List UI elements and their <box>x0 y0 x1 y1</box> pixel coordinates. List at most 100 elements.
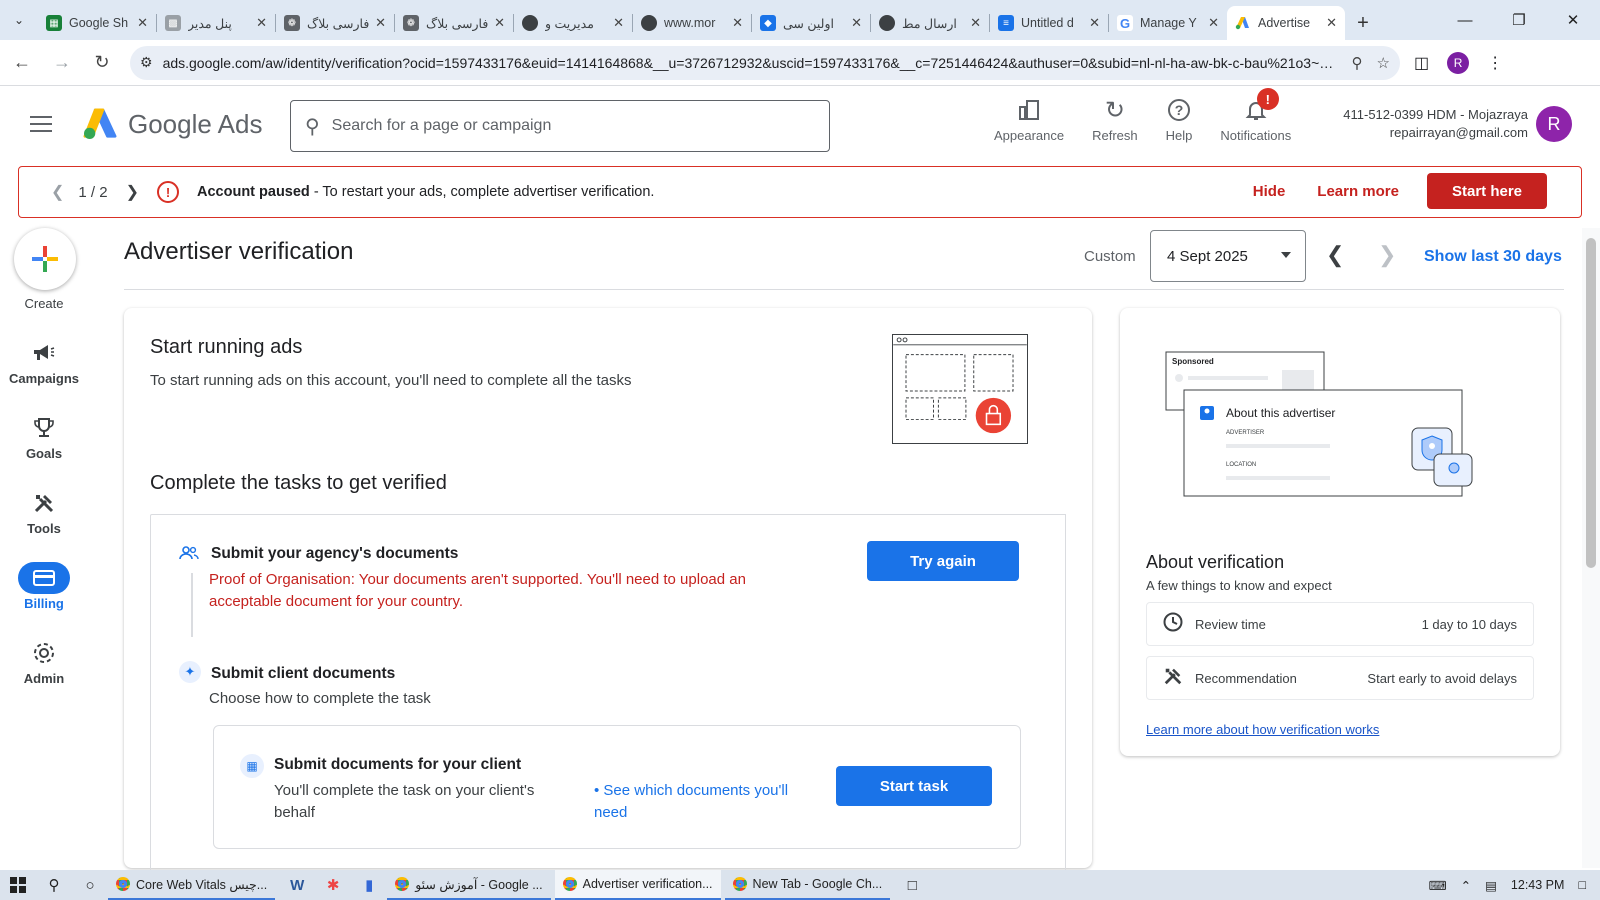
taskbar-app-chrome-active[interactable]: Advertiser verification... <box>554 870 721 900</box>
chevron-right-icon[interactable]: ❯ <box>126 182 139 202</box>
close-icon[interactable]: ✕ <box>1089 15 1100 31</box>
avatar[interactable]: R <box>1536 106 1572 142</box>
extensions-icon[interactable]: ◫ <box>1414 53 1429 73</box>
file-icon[interactable]: □ <box>894 870 930 900</box>
new-tab-plus-icon[interactable]: + <box>1345 6 1381 40</box>
nav-item-tools[interactable]: Tools <box>0 487 88 536</box>
chevron-left-icon[interactable]: ❮ <box>1326 242 1344 268</box>
word-icon[interactable]: W <box>279 870 315 900</box>
clock-time[interactable]: 12:43 PM <box>1511 878 1565 892</box>
tab-title: ارسال مط <box>902 16 957 31</box>
site-settings-icon[interactable]: ⚙ <box>140 54 153 71</box>
close-icon[interactable]: ✕ <box>613 15 624 31</box>
url-text[interactable]: ads.google.com/aw/identity/verification?… <box>163 55 1338 71</box>
close-icon[interactable]: ✕ <box>970 15 981 31</box>
minimize-icon[interactable]: — <box>1438 0 1492 40</box>
help-button[interactable]: ? Help <box>1152 94 1207 143</box>
nav-label: Tools <box>27 521 61 536</box>
browser-tab[interactable]: ▦ Google Sh ✕ <box>38 6 156 40</box>
bookmark-star-icon[interactable]: ☆ <box>1377 54 1390 72</box>
app-icon[interactable]: ✱ <box>315 870 351 900</box>
nav-item-admin[interactable]: Admin <box>0 637 88 686</box>
nav-item-billing[interactable]: Billing <box>0 562 88 611</box>
taskbar-app-chrome[interactable]: New Tab - Google Ch... <box>724 870 891 900</box>
account-info[interactable]: 411-512-0399 HDM - Mojazraya repairrayan… <box>1310 106 1528 142</box>
close-icon[interactable]: ✕ <box>375 15 386 31</box>
back-arrow-icon[interactable]: ← <box>4 45 40 81</box>
browser-tab[interactable]: ارسال مط ✕ <box>871 6 989 40</box>
start-task-button[interactable]: Start task <box>836 766 992 806</box>
display-icon[interactable]: ▤ <box>1485 878 1497 893</box>
zoom-icon[interactable]: ⚲ <box>1352 54 1363 72</box>
google-icon: G <box>1117 15 1133 31</box>
chevron-up-icon[interactable]: ⌃ <box>1461 878 1471 893</box>
tab-search-chevron-icon[interactable]: ⌄ <box>0 0 38 40</box>
see-documents-link[interactable]: • See which documents you'll need <box>594 780 814 824</box>
nav-label: Campaigns <box>8 371 80 386</box>
notification-center-icon[interactable]: □ <box>1578 878 1586 892</box>
gear-icon <box>0 637 88 669</box>
forward-arrow-icon[interactable]: → <box>44 45 80 81</box>
date-picker[interactable]: 4 Sept 2025 <box>1150 230 1306 282</box>
search-icon: ⚲ <box>305 115 320 138</box>
taskbar-app-chrome[interactable]: Core Web Vitals چیس... <box>108 870 276 900</box>
search-input[interactable] <box>331 117 815 135</box>
browser-tab-active[interactable]: Advertise ✕ <box>1227 6 1345 40</box>
refresh-button[interactable]: ↻ Refresh <box>1078 94 1152 144</box>
notifications-button[interactable]: ! Notifications <box>1206 88 1305 143</box>
browser-tab[interactable]: ❁ فارسی بلاگ ✕ <box>276 6 394 40</box>
advertiser-info-illustration: Sponsored About this advertiser ADVERTIS… <box>1165 351 1473 497</box>
close-icon[interactable]: ✕ <box>732 15 743 31</box>
chevron-left-icon[interactable]: ❮ <box>51 182 64 202</box>
close-icon[interactable]: ✕ <box>1326 15 1337 31</box>
keyboard-icon[interactable]: ⌨ <box>1429 878 1447 893</box>
appearance-button[interactable]: Appearance <box>980 94 1078 143</box>
chevron-right-icon[interactable]: ❯ <box>1378 242 1396 268</box>
docs-icon: ≡ <box>998 15 1014 31</box>
create-button[interactable] <box>14 228 76 290</box>
close-icon[interactable]: ✕ <box>137 15 148 31</box>
close-icon[interactable]: ✕ <box>851 15 862 31</box>
maximize-icon[interactable]: ❐ <box>1492 0 1546 40</box>
browser-tab[interactable]: مدیریت و ✕ <box>514 6 632 40</box>
close-icon[interactable]: ✕ <box>494 15 505 31</box>
browser-tab[interactable]: www.mor ✕ <box>633 6 751 40</box>
browser-tab[interactable]: G Manage Y ✕ <box>1109 6 1227 40</box>
search-icon[interactable]: ⚲ <box>36 870 72 900</box>
dropdown-arrow-icon <box>1281 252 1291 258</box>
browser-tab[interactable]: ≡ Untitled d ✕ <box>990 6 1108 40</box>
taskbar-app-chrome[interactable]: آموزش سئو - Google ... <box>387 870 551 900</box>
gear-icon: ❁ <box>284 15 300 31</box>
browser-profile-avatar[interactable]: R <box>1447 51 1470 74</box>
show-last-30-days-link[interactable]: Show last 30 days <box>1424 248 1562 266</box>
close-icon[interactable]: ✕ <box>1208 15 1219 31</box>
close-icon[interactable]: ✕ <box>256 15 267 31</box>
learn-more-link[interactable]: Learn more <box>1317 183 1399 200</box>
page-scrollbar-thumb[interactable] <box>1586 238 1596 568</box>
browser-tab[interactable]: ▩ پنل مدیر ✕ <box>157 6 275 40</box>
building-icon: ▦ <box>240 754 264 778</box>
close-window-icon[interactable]: ✕ <box>1546 0 1600 40</box>
hamburger-menu-icon[interactable] <box>30 110 58 138</box>
search-box[interactable]: ⚲ <box>290 100 830 152</box>
browser-tab[interactable]: ❁ فارسی بلاگ ✕ <box>395 6 513 40</box>
browser-tab[interactable]: ◆ اولین سی ✕ <box>752 6 870 40</box>
google-ads-logo[interactable]: Google Ads <box>82 108 262 140</box>
nav-item-campaigns[interactable]: Campaigns <box>0 337 88 386</box>
try-again-button[interactable]: Try again <box>867 541 1019 581</box>
brand-name: Google Ads <box>128 108 263 139</box>
chart-app-icon[interactable]: ▮ <box>351 870 387 900</box>
hide-link[interactable]: Hide <box>1253 183 1286 200</box>
review-time-row: Review time 1 day to 10 days <box>1146 602 1534 646</box>
learn-more-verification-link[interactable]: Learn more about how verification works <box>1146 722 1379 737</box>
nav-item-goals[interactable]: Goals <box>0 412 88 461</box>
browser-menu-icon[interactable]: ⋮ <box>1487 53 1503 73</box>
omnibox[interactable]: ⚙ ads.google.com/aw/identity/verificatio… <box>130 45 1400 80</box>
task-view-icon[interactable]: ○ <box>72 870 108 900</box>
chrome-icon <box>562 877 577 891</box>
windows-start-icon[interactable] <box>0 870 36 900</box>
start-here-button[interactable]: Start here <box>1427 173 1547 209</box>
reload-icon[interactable]: ↻ <box>84 45 120 81</box>
chrome-icon <box>395 877 410 891</box>
tasks-heading: Complete the tasks to get verified <box>150 472 447 494</box>
